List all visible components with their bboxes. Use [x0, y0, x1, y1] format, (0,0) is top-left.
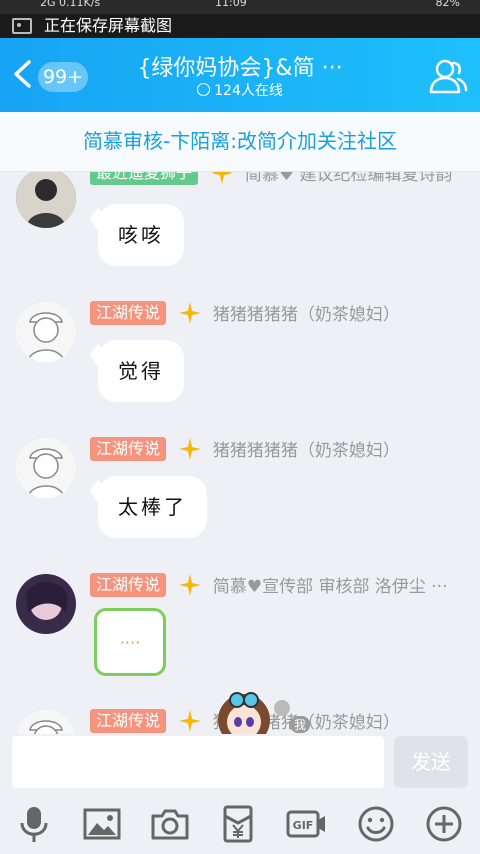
online-count[interactable]: 124人在线 [150, 80, 330, 100]
member-title-tag: 江湖传说 [90, 300, 167, 325]
screenshot-notification: 正在保存屏幕截图 [0, 14, 480, 38]
clock: 11:09 [215, 0, 247, 9]
sender-name[interactable]: 猪猪猪猪猪（奶茶媳妇） [213, 441, 400, 461]
battery-level: 82% [435, 0, 460, 9]
sender-name[interactable]: 简慕♥宣传部 审核部 洛伊尘 ··· [213, 577, 448, 597]
red-packet-icon [223, 805, 253, 843]
emoji-button[interactable] [356, 804, 396, 844]
microphone-icon [20, 807, 48, 842]
online-count-text: 124人在线 [214, 83, 283, 99]
signal-indicator: 2G 0.11K/s [40, 0, 100, 9]
image-button[interactable] [82, 804, 122, 844]
sender-meta: 江湖传说 猪猪猪猪猪（奶茶媳妇） [90, 436, 400, 462]
send-button[interactable]: 发送 [394, 736, 468, 788]
member-title-tag: 江湖传说 [90, 436, 167, 461]
plus-icon [426, 806, 462, 842]
input-bar: 发送 [0, 734, 480, 790]
star-badge-icon [179, 573, 202, 596]
gif-button[interactable]: GIF [286, 804, 326, 844]
avatar-cartoon [16, 438, 76, 498]
chat-list[interactable]: 最近遥夏狮子 简慕♥ 建议纪检编辑夏诗韵 咳咳 江湖传说 猪猪猪猪猪（奶茶媳妇）… [0, 172, 480, 734]
camera-button[interactable] [150, 804, 190, 844]
network-type: 2G [40, 0, 56, 9]
screenshot-icon [12, 18, 32, 34]
notification-text: 正在保存屏幕截图 [44, 16, 173, 35]
chat-toolbar: GIF [0, 790, 480, 854]
avatar-cartoon [16, 710, 76, 734]
red-packet-button[interactable] [218, 804, 258, 844]
back-button[interactable]: 99+ [10, 56, 90, 96]
image-icon [83, 808, 121, 840]
online-icon [197, 83, 211, 96]
avatar[interactable] [16, 710, 76, 734]
avatar[interactable] [16, 574, 76, 634]
message-bubble[interactable]: 太棒了 [98, 476, 207, 538]
avatar-photo [16, 172, 76, 228]
network-speed: 0.11K/s [59, 0, 101, 9]
message-bubble[interactable]: 咳咳 [98, 204, 184, 266]
star-badge-icon [179, 709, 202, 732]
member-title-tag: 江湖传说 [90, 708, 167, 733]
more-button[interactable] [424, 804, 464, 844]
sticker-label: 我 [290, 716, 311, 733]
member-title-tag: 最近遥夏狮子 [90, 172, 199, 185]
sender-meta: 江湖传说 简慕♥宣传部 审核部 洛伊尘 ··· [90, 572, 448, 598]
gif-icon: GIF [286, 810, 325, 838]
svg-text:GIF: GIF [293, 819, 314, 832]
sender-meta: 最近遥夏狮子 简慕♥ 建议纪检编辑夏诗韵 [90, 172, 452, 186]
star-badge-icon [179, 301, 202, 324]
sender-meta: 江湖传说 猪猪猪猪猪（奶茶媳妇） [90, 300, 400, 326]
avatar[interactable] [16, 438, 76, 498]
star-badge-icon [211, 172, 234, 184]
status-bar: 2G 0.11K/s 11:09 82% [0, 0, 480, 14]
message-bubble[interactable]: 觉得 [98, 340, 184, 402]
decorated-message-bubble[interactable]: ···· [94, 608, 166, 676]
member-title-tag: 江湖传说 [90, 572, 167, 597]
avatar[interactable] [16, 302, 76, 362]
avatar[interactable] [16, 172, 76, 228]
group-members-button[interactable] [428, 56, 468, 96]
group-announcement[interactable]: 简慕审核-卞陌离:改简介加关注社区 [0, 112, 480, 172]
emoji-icon [358, 806, 394, 842]
sender-name[interactable]: 猪猪猪猪猪（奶茶媳妇） [213, 305, 400, 325]
chevron-left-icon [14, 60, 31, 88]
decorated-message-text: ···· [119, 633, 141, 652]
unread-badge: 99+ [38, 62, 88, 92]
camera-icon [151, 809, 189, 840]
chat-header: 99+ {绿你妈协会}&简 ··· 124人在线 [0, 38, 480, 112]
people-icon [429, 59, 468, 94]
avatar-anime [16, 574, 76, 634]
sender-name[interactable]: 简慕♥ 建议纪检编辑夏诗韵 [245, 172, 453, 185]
voice-button[interactable] [14, 804, 54, 844]
group-title[interactable]: {绿你妈协会}&简 ··· [110, 50, 370, 82]
star-badge-icon [179, 437, 202, 460]
avatar-cartoon [16, 302, 76, 362]
message-input[interactable] [12, 736, 384, 788]
